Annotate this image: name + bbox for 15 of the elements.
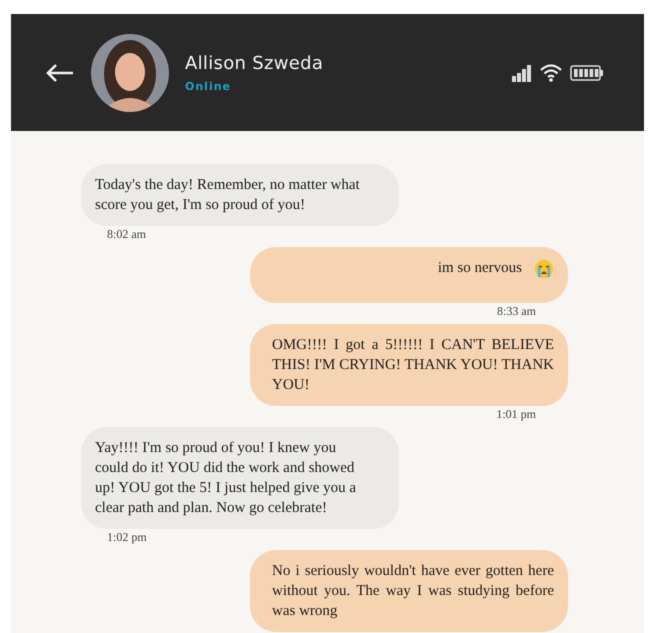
contact-name: Allison Szweda xyxy=(185,52,324,74)
signal-icon xyxy=(512,64,532,82)
wifi-icon xyxy=(540,64,562,82)
battery-icon xyxy=(570,64,604,80)
received-message: Yay!!!! I'm so proud of you! I knew you could do it! YOU did the work and showed up! YOU got the 5! I just helped give you a clear path and plan. Now go celebrate! xyxy=(81,427,399,529)
message-time: 1:02 pm xyxy=(106,530,147,545)
message-time: 8:02 am xyxy=(106,227,146,242)
message-time: 1:01 pm xyxy=(496,407,537,422)
back-arrow-icon[interactable] xyxy=(45,62,75,82)
sent-message: OMG!!!! I got a 5!!!!!! I CAN'T BELIEVE THIS! I'M CRYING! THANK YOU! THANK YOU! xyxy=(250,324,568,406)
received-message: Today's the day! Remember, no matter what score you get, I'm so proud of you! xyxy=(81,164,399,226)
message-time: 8:33 am xyxy=(497,304,537,319)
online-status: Online xyxy=(185,80,232,92)
sent-message: No i seriously wouldn't have ever gotten here without you. The way I was studying before was wrong xyxy=(250,550,568,632)
sent-message: im so nervous xyxy=(250,247,568,303)
